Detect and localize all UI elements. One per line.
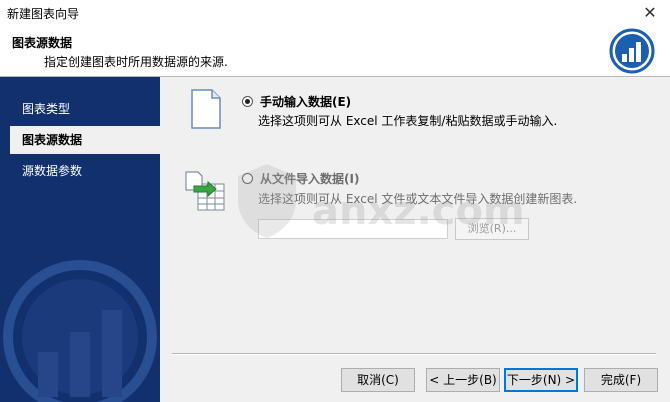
import-file-radio[interactable]	[242, 173, 253, 184]
title-bar: 新建图表向导 ✕	[0, 0, 670, 27]
import-file-icon	[185, 171, 225, 211]
sidebar-item-source-params[interactable]: 源数据参数	[10, 157, 160, 185]
cancel-button[interactable]: 取消(C)	[341, 368, 415, 392]
sidebar-chart-decoration-icon	[3, 260, 157, 402]
footer-divider	[172, 353, 656, 355]
import-file-description: 选择这项则可从 Excel 文件或文本文件导入数据创建新图表.	[258, 192, 578, 206]
close-icon[interactable]: ✕	[630, 0, 670, 26]
manual-input-radio[interactable]	[242, 96, 253, 107]
manual-input-label[interactable]: 手动输入数据(E)	[260, 93, 351, 110]
chart-logo-icon	[609, 28, 655, 74]
finish-button[interactable]: 完成(F)	[584, 368, 658, 392]
manual-input-description: 选择这项则可从 Excel 工作表复制/粘贴数据或手动输入.	[258, 114, 558, 128]
back-button[interactable]: < 上一步(B)	[426, 368, 500, 392]
wizard-header: 图表源数据 指定创建图表时所用数据源的来源.	[0, 26, 670, 77]
browse-button[interactable]: 浏览(R)...	[455, 218, 529, 240]
sidebar-item-chart-type[interactable]: 图表类型	[10, 95, 160, 123]
wizard-sidebar: 图表类型 图表源数据 源数据参数	[0, 77, 160, 402]
window-title: 新建图表向导	[7, 7, 80, 21]
import-file-label[interactable]: 从文件导入数据(I)	[260, 170, 359, 187]
sidebar-item-chart-source[interactable]: 图表源数据	[10, 126, 160, 154]
next-button[interactable]: 下一步(N) >	[504, 368, 578, 392]
blank-document-icon	[191, 89, 221, 129]
page-title: 图表源数据	[12, 36, 73, 50]
page-subtitle: 指定创建图表时所用数据源的来源.	[44, 55, 228, 69]
file-path-input[interactable]	[258, 219, 448, 239]
